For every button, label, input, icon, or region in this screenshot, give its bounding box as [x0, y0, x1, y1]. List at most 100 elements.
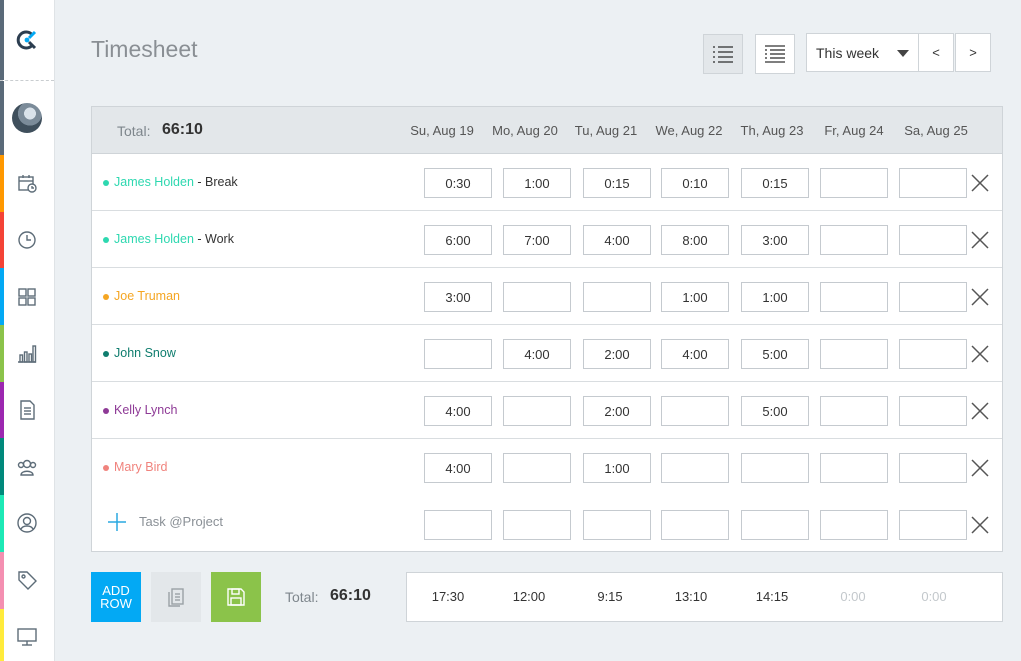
save-button[interactable]: [211, 572, 261, 622]
time-cell[interactable]: 1:00: [661, 282, 729, 312]
time-cell[interactable]: 2:00: [583, 396, 651, 426]
week-select[interactable]: This week: [806, 33, 919, 72]
time-cell[interactable]: [661, 453, 729, 483]
time-cell[interactable]: 2:00: [583, 339, 651, 369]
sidebar-item-team[interactable]: [0, 438, 54, 496]
time-cell[interactable]: [820, 225, 888, 255]
sidebar-color-bar: [0, 325, 4, 382]
project-task-label[interactable]: Mary Bird: [114, 460, 167, 474]
table-row: Mary Bird 4:00 1:00: [92, 439, 1002, 496]
time-cell[interactable]: [503, 510, 571, 540]
time-cell[interactable]: 4:00: [583, 225, 651, 255]
time-cell[interactable]: 4:00: [424, 453, 492, 483]
time-cell[interactable]: 3:00: [741, 225, 809, 255]
time-cell[interactable]: 4:00: [424, 396, 492, 426]
sidebar-item-calendar-clock[interactable]: [0, 155, 54, 212]
project-task-label[interactable]: Joe Truman: [114, 289, 180, 303]
sidebar-item-bar-chart[interactable]: [0, 325, 54, 382]
detailed-list-icon: [765, 45, 785, 63]
project-task-label[interactable]: James Holden - Break: [114, 175, 238, 189]
time-cell[interactable]: 5:00: [741, 396, 809, 426]
time-cell[interactable]: 4:00: [661, 339, 729, 369]
time-cell[interactable]: [661, 396, 729, 426]
footer-total-label: Total:: [285, 589, 319, 605]
sidebar-item-user[interactable]: [0, 495, 54, 552]
time-cell[interactable]: [503, 453, 571, 483]
copy-week-button[interactable]: [151, 572, 201, 622]
dashboard-grid-icon: [18, 288, 36, 306]
time-cell[interactable]: [820, 396, 888, 426]
time-cell[interactable]: 8:00: [661, 225, 729, 255]
time-cell[interactable]: 3:00: [424, 282, 492, 312]
time-cell[interactable]: [583, 510, 651, 540]
project-name: Joe Truman: [114, 289, 181, 303]
project-task-label[interactable]: James Holden - Work: [114, 232, 234, 246]
close-icon[interactable]: [970, 230, 990, 250]
close-icon[interactable]: [970, 287, 990, 307]
close-icon[interactable]: [970, 401, 990, 421]
sidebar-item-desktop[interactable]: [0, 608, 54, 661]
close-icon[interactable]: [970, 515, 990, 535]
close-icon[interactable]: [970, 173, 990, 193]
project-color-dot: [103, 294, 109, 300]
time-cell[interactable]: [899, 453, 967, 483]
calendar-clock-icon: [18, 175, 37, 194]
time-cell[interactable]: [661, 510, 729, 540]
day-header: Mo, Aug 20: [492, 123, 558, 138]
time-cell[interactable]: 1:00: [741, 282, 809, 312]
time-cell[interactable]: [820, 282, 888, 312]
sidebar-color-bar: [0, 381, 4, 439]
time-cell[interactable]: [820, 339, 888, 369]
time-cell[interactable]: 0:10: [661, 168, 729, 198]
time-cell[interactable]: [583, 282, 651, 312]
time-cell[interactable]: [503, 396, 571, 426]
prev-week-button[interactable]: <: [918, 33, 954, 72]
time-cell[interactable]: [424, 510, 492, 540]
time-cell[interactable]: [820, 168, 888, 198]
sidebar-color-bar: [0, 155, 4, 212]
time-cell[interactable]: 5:00: [741, 339, 809, 369]
time-cell[interactable]: [820, 453, 888, 483]
day-total: 0:00: [840, 589, 866, 604]
app-logo[interactable]: [0, 0, 54, 81]
sidebar-item-document[interactable]: [0, 381, 54, 439]
clockify-logo-icon: [16, 30, 37, 50]
time-cell[interactable]: [899, 510, 967, 540]
time-cell[interactable]: [899, 168, 967, 198]
time-cell[interactable]: [899, 339, 967, 369]
detailed-view-button[interactable]: [755, 34, 795, 74]
time-cell[interactable]: 7:00: [503, 225, 571, 255]
time-cell[interactable]: [424, 339, 492, 369]
time-cell[interactable]: 0:30: [424, 168, 492, 198]
time-cell[interactable]: 1:00: [503, 168, 571, 198]
add-row-button[interactable]: ADD ROW: [91, 572, 141, 622]
close-icon[interactable]: [970, 458, 990, 478]
time-cell[interactable]: 0:15: [741, 168, 809, 198]
time-cell[interactable]: [899, 282, 967, 312]
close-icon[interactable]: [970, 344, 990, 364]
plus-icon[interactable]: [107, 512, 127, 532]
task-project-selector[interactable]: Task @Project: [139, 514, 223, 529]
sidebar-color-bar: [0, 608, 4, 661]
tag-icon: [18, 571, 37, 591]
time-cell[interactable]: [741, 510, 809, 540]
time-cell[interactable]: [899, 396, 967, 426]
list-view-button[interactable]: [703, 34, 743, 74]
sidebar-item-clock[interactable]: [0, 211, 54, 269]
time-cell[interactable]: [820, 510, 888, 540]
time-cell[interactable]: 6:00: [424, 225, 492, 255]
sidebar-item-dashboard-grid[interactable]: [0, 268, 54, 326]
time-cell[interactable]: [503, 282, 571, 312]
project-color-dot: [103, 408, 109, 414]
time-cell[interactable]: [899, 225, 967, 255]
project-task-label[interactable]: Kelly Lynch: [114, 403, 177, 417]
avatar[interactable]: [12, 103, 42, 133]
time-cell[interactable]: 0:15: [583, 168, 651, 198]
time-cell[interactable]: 1:00: [583, 453, 651, 483]
next-week-button[interactable]: >: [955, 33, 991, 72]
time-cell[interactable]: 4:00: [503, 339, 571, 369]
sidebar-item-tag[interactable]: [0, 551, 54, 609]
day-total: 12:00: [512, 589, 546, 604]
project-task-label[interactable]: John Snow: [114, 346, 176, 360]
time-cell[interactable]: [741, 453, 809, 483]
